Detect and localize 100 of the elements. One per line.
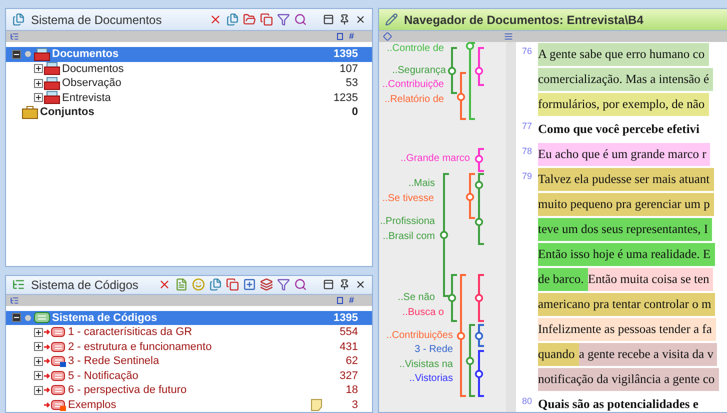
code-tag-icon bbox=[44, 326, 66, 338]
tree-label: Documentos bbox=[52, 48, 119, 60]
funnel-icon[interactable] bbox=[277, 13, 290, 26]
search-icon[interactable] bbox=[294, 13, 307, 26]
expand-icon[interactable] bbox=[34, 371, 43, 380]
tree-icon[interactable] bbox=[12, 278, 25, 292]
funnel-icon[interactable] bbox=[277, 278, 290, 292]
diamond-icon[interactable] bbox=[383, 32, 392, 41]
panel-title: Sistema de Códigos bbox=[31, 278, 138, 292]
expand-icon[interactable] bbox=[34, 342, 43, 352]
tree-icon[interactable] bbox=[10, 32, 19, 41]
code-label[interactable]: 3 - Rede bbox=[414, 344, 453, 356]
pages-icon[interactable] bbox=[209, 278, 222, 292]
code-label[interactable]: ..Vistorias bbox=[409, 373, 453, 385]
memo-column-icon[interactable] bbox=[336, 33, 343, 40]
folder-icon[interactable] bbox=[243, 13, 256, 26]
tree-row[interactable]: Entrevista 1235 bbox=[6, 90, 372, 105]
code-label[interactable]: ..Controle de bbox=[386, 43, 444, 55]
expand-icon[interactable] bbox=[34, 93, 43, 102]
tree-row[interactable]: Observação 53 bbox=[6, 76, 372, 90]
count-text: 53 bbox=[346, 77, 358, 90]
dot-icon bbox=[24, 50, 32, 58]
tree-row[interactable]: 6 - perspectiva de futuro 18 bbox=[6, 383, 372, 398]
search-icon[interactable] bbox=[294, 278, 307, 292]
briefcase-icon bbox=[22, 106, 38, 119]
tree-row[interactable]: 1 - caracterísiticas da GR 554 bbox=[6, 325, 372, 340]
restore-icon[interactable] bbox=[323, 279, 334, 290]
count-text: 327 bbox=[340, 370, 358, 382]
document-text: Infelizmente as pessoas tender a fa bbox=[538, 318, 716, 341]
restore-icon[interactable] bbox=[323, 14, 334, 25]
code-label[interactable]: ..Relatório de bbox=[384, 94, 444, 106]
code-system-icon bbox=[34, 311, 50, 324]
expand-icon[interactable] bbox=[34, 356, 43, 366]
tree-label: 6 - perspectiva de futuro bbox=[68, 384, 187, 396]
code-label[interactable]: ..Profissiona bbox=[380, 216, 435, 228]
pencil-icon[interactable] bbox=[385, 13, 398, 26]
code-label[interactable]: ..Contribuiçõe bbox=[382, 79, 444, 91]
tree-label: 2 - estrutura e funcionamento bbox=[68, 340, 212, 353]
pages-icon[interactable] bbox=[12, 13, 25, 26]
column-heading[interactable]: # bbox=[348, 31, 354, 42]
tree-row[interactable]: Sistema de Códigos 1395 bbox=[6, 310, 372, 325]
document-text: Então muita coisa se ten bbox=[588, 268, 714, 291]
code-tag-icon bbox=[44, 370, 66, 382]
expand-icon[interactable] bbox=[34, 386, 43, 395]
code-label[interactable]: ..Mais bbox=[408, 178, 435, 190]
pages-icon[interactable] bbox=[226, 13, 239, 26]
column-heading[interactable]: # bbox=[348, 294, 354, 306]
document-set-icon bbox=[44, 91, 60, 104]
code-tag-icon bbox=[44, 384, 66, 396]
tree-label: 3 - Rede Sentinela bbox=[68, 355, 160, 368]
list-icon[interactable] bbox=[504, 32, 513, 41]
cross-icon[interactable] bbox=[209, 13, 222, 26]
copy-icon[interactable] bbox=[260, 13, 273, 26]
page-icon[interactable] bbox=[175, 278, 188, 292]
code-label[interactable]: ..Segurança bbox=[392, 65, 446, 77]
cross-icon[interactable] bbox=[158, 278, 171, 292]
document-text: muito pequeno pra gerenciar um p bbox=[538, 193, 714, 216]
count-text: 431 bbox=[340, 340, 358, 353]
count-text: 3 bbox=[352, 398, 358, 411]
memo-column-icon[interactable] bbox=[336, 296, 343, 304]
layers-icon[interactable] bbox=[260, 278, 273, 292]
code-tag-icon bbox=[44, 340, 66, 353]
panel-title: Sistema de Documentos bbox=[31, 12, 162, 26]
code-label[interactable]: ..Visistas na bbox=[399, 359, 453, 371]
add-icon[interactable] bbox=[243, 278, 256, 292]
close-icon[interactable] bbox=[355, 279, 366, 290]
document-text: americano pra tentar controlar o m bbox=[538, 293, 716, 316]
count-text: 1395 bbox=[334, 312, 358, 324]
memo-icon[interactable] bbox=[310, 398, 322, 411]
expand-icon[interactable] bbox=[34, 78, 43, 88]
collapse-icon[interactable] bbox=[12, 313, 21, 322]
expand-icon[interactable] bbox=[34, 328, 43, 337]
tree-row[interactable]: 3 - Rede Sentinela 62 bbox=[6, 354, 372, 368]
pin-icon[interactable] bbox=[339, 279, 350, 290]
code-label[interactable]: ..Grande marco bbox=[400, 153, 470, 165]
count-text: 62 bbox=[346, 355, 358, 368]
code-label[interactable]: ..Contribuições bbox=[386, 330, 453, 342]
tree-row[interactable]: Conjuntos 0 bbox=[6, 105, 372, 120]
tree-label: Entrevista bbox=[62, 92, 111, 104]
copy-icon[interactable] bbox=[226, 278, 239, 292]
code-label[interactable]: ..Brasil com bbox=[382, 231, 435, 243]
code-label[interactable]: ..Busca o bbox=[402, 307, 444, 319]
pin-icon[interactable] bbox=[339, 14, 350, 25]
code-label[interactable]: ..Se tivesse bbox=[382, 193, 434, 205]
tree-label: Documentos bbox=[62, 62, 124, 75]
collapse-icon[interactable] bbox=[12, 50, 21, 59]
count-text: 18 bbox=[346, 384, 358, 396]
document-text: teve um dos seus representantes, I bbox=[538, 218, 712, 241]
close-icon[interactable] bbox=[355, 14, 366, 25]
expand-icon[interactable] bbox=[34, 64, 43, 74]
tree-row[interactable]: 2 - estrutura e funcionamento 431 bbox=[6, 340, 372, 354]
tree-row[interactable]: Exemplos 3 bbox=[6, 398, 372, 412]
tree-row[interactable]: Documentos 107 bbox=[6, 62, 372, 76]
tree-row[interactable]: 5 - Notificação 327 bbox=[6, 368, 372, 383]
dot-icon bbox=[24, 314, 32, 322]
tree-row[interactable]: Documentos 1395 bbox=[6, 47, 372, 62]
tree-icon[interactable] bbox=[10, 296, 19, 304]
code-label[interactable]: ..Se não bbox=[398, 292, 435, 304]
tree-label: 5 - Notificação bbox=[68, 370, 138, 382]
count-text: 1395 bbox=[334, 48, 358, 60]
